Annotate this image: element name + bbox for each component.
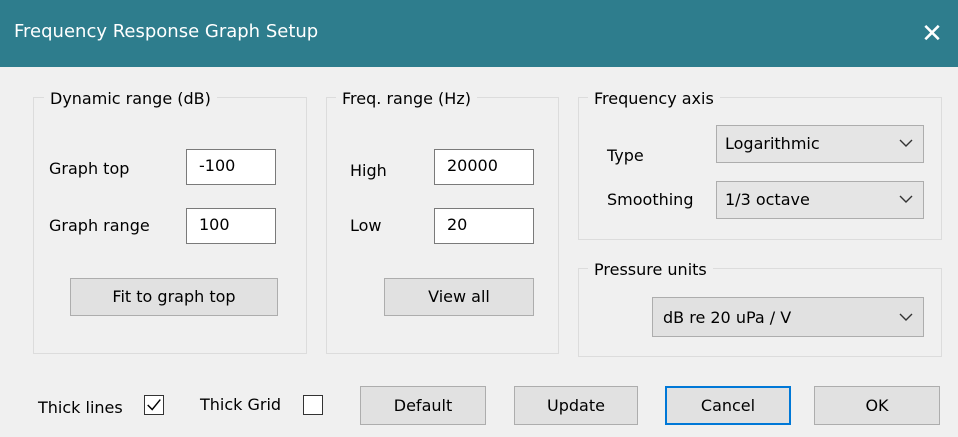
pressure-units-value: dB re 20 uPa / V bbox=[663, 308, 792, 327]
smoothing-select-value: 1/3 octave bbox=[725, 190, 810, 209]
thick-lines-checkbox[interactable] bbox=[144, 395, 164, 415]
fit-to-graph-top-button[interactable]: Fit to graph top bbox=[70, 278, 278, 316]
checkmark-icon bbox=[147, 399, 161, 411]
view-all-label: View all bbox=[428, 287, 490, 306]
ok-button[interactable]: OK bbox=[814, 386, 940, 425]
chevron-down-icon bbox=[899, 313, 913, 321]
default-button[interactable]: Default bbox=[360, 386, 486, 425]
dialog-window: Frequency Response Graph Setup ✕ Dynamic… bbox=[0, 0, 958, 437]
graph-range-label: Graph range bbox=[49, 216, 150, 235]
dynamic-range-legend: Dynamic range (dB) bbox=[44, 89, 217, 109]
cancel-button[interactable]: Cancel bbox=[665, 386, 791, 425]
cancel-label: Cancel bbox=[700, 396, 756, 415]
graph-range-input[interactable]: 100 bbox=[186, 208, 276, 244]
high-frequency-input[interactable]: 20000 bbox=[434, 149, 534, 185]
update-label: Update bbox=[547, 396, 605, 415]
pressure-units-legend: Pressure units bbox=[588, 260, 713, 280]
title-bar: Frequency Response Graph Setup ✕ bbox=[0, 0, 958, 67]
close-icon: ✕ bbox=[921, 19, 943, 49]
update-button[interactable]: Update bbox=[514, 386, 638, 425]
fit-to-graph-top-label: Fit to graph top bbox=[112, 287, 236, 306]
high-label: High bbox=[350, 161, 387, 180]
window-title: Frequency Response Graph Setup bbox=[14, 21, 319, 42]
frequency-axis-legend: Frequency axis bbox=[588, 89, 720, 109]
default-label: Default bbox=[393, 396, 453, 415]
thick-lines-label: Thick lines bbox=[38, 398, 123, 417]
freq-range-legend: Freq. range (Hz) bbox=[336, 89, 477, 109]
ok-label: OK bbox=[865, 396, 889, 415]
low-label: Low bbox=[350, 216, 382, 235]
smoothing-select[interactable]: 1/3 octave bbox=[716, 181, 924, 219]
close-button[interactable]: ✕ bbox=[910, 12, 954, 56]
thick-grid-checkbox[interactable] bbox=[303, 395, 323, 415]
graph-top-input[interactable]: -100 bbox=[186, 149, 276, 185]
chevron-down-icon bbox=[899, 139, 913, 147]
smoothing-label: Smoothing bbox=[607, 190, 694, 209]
graph-top-label: Graph top bbox=[49, 159, 130, 178]
type-select-value: Logarithmic bbox=[725, 134, 820, 153]
chevron-down-icon bbox=[899, 195, 913, 203]
pressure-units-select[interactable]: dB re 20 uPa / V bbox=[652, 297, 924, 337]
type-select[interactable]: Logarithmic bbox=[716, 125, 924, 163]
thick-grid-label: Thick Grid bbox=[200, 395, 282, 414]
type-label: Type bbox=[607, 146, 644, 165]
view-all-button[interactable]: View all bbox=[384, 278, 534, 316]
low-frequency-input[interactable]: 20 bbox=[434, 208, 534, 244]
